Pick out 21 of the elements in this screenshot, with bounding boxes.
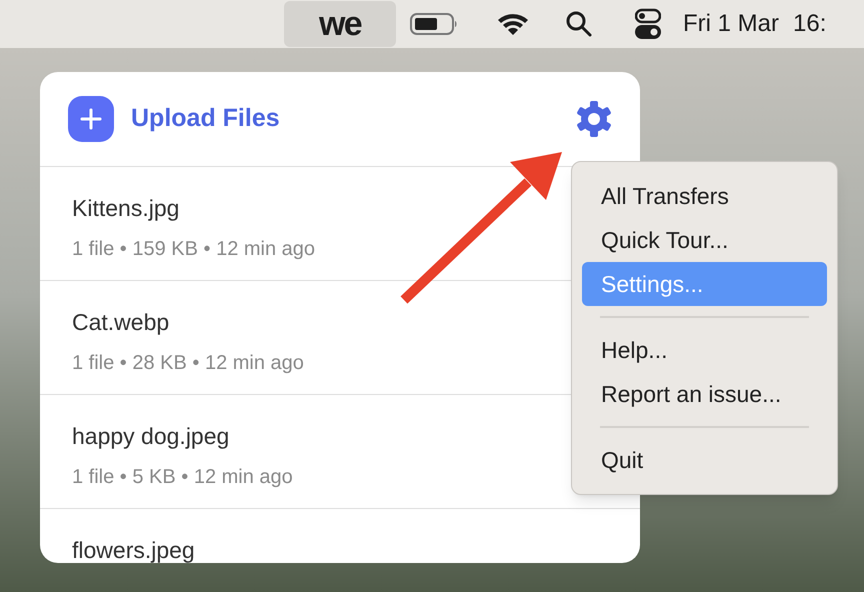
toggle-switches-icon[interactable] — [635, 8, 661, 40]
file-details: 1 file • 5 KB • 12 min ago — [72, 464, 294, 490]
app-menu-item[interactable]: we — [284, 1, 396, 47]
plus-icon — [68, 96, 114, 142]
menu-item[interactable]: Quit — [582, 438, 827, 482]
search-icon[interactable] — [565, 10, 593, 38]
file-name: happy dog.jpeg — [72, 422, 230, 451]
upload-files-button[interactable]: Upload Files — [68, 96, 280, 142]
menu-item[interactable]: Quick Tour... — [582, 218, 827, 262]
menu-item[interactable]: Help... — [582, 328, 827, 372]
wifi-icon[interactable] — [496, 11, 530, 37]
settings-icon[interactable] — [574, 99, 614, 139]
battery-icon[interactable] — [410, 12, 458, 36]
file-details: 1 file • 159 KB • 12 min ago — [72, 236, 316, 262]
file-name: flowers.jpeg — [72, 536, 196, 563]
file-name: Cat.webp — [72, 308, 170, 337]
menu-item[interactable]: Report an issue... — [582, 372, 827, 416]
menu-item[interactable]: All Transfers — [582, 174, 827, 218]
file-details: 1 file • 28 KB • 12 min ago — [72, 350, 305, 376]
menu-bar-time[interactable]: 16: — [793, 6, 826, 42]
menu-bar-date[interactable]: Fri 1 Mar — [683, 6, 779, 42]
